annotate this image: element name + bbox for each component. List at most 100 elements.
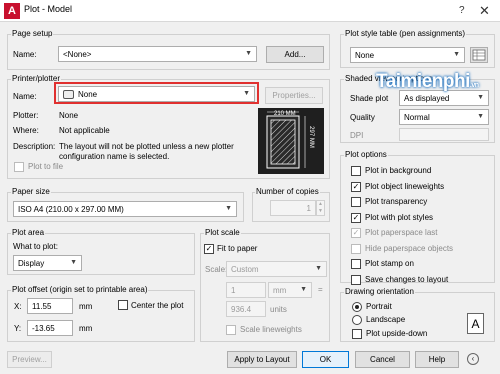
chevron-down-icon: ▼ [225,205,232,212]
page-orientation-icon: A [467,313,484,334]
offset-x-label: X: [14,302,22,311]
plot-options-label: Plot options [344,150,388,159]
chevron-down-icon: ▼ [477,113,484,120]
preview-button[interactable]: Preview... [7,351,52,368]
scale-lineweights-checkbox[interactable] [226,325,236,335]
scale-lineweights-label: Scale lineweights [240,325,302,334]
properties-button[interactable]: Properties... [265,87,323,104]
plot-option-label: Plot in background [365,166,432,175]
page-setup-name-value: <None> [63,50,92,59]
apply-to-layout-button[interactable]: Apply to Layout [227,351,297,368]
help-button[interactable]: Help [415,351,459,368]
title-bar: A Plot - Model ? ✕ [0,0,500,22]
chevron-down-icon: ▼ [243,90,250,97]
fit-to-paper-label: Fit to paper [217,244,258,253]
upside-down-checkbox[interactable] [352,329,362,339]
cancel-button[interactable]: Cancel [355,351,410,368]
chevron-down-icon: ▼ [70,259,77,266]
plot-to-file-label: Plot to file [28,162,64,171]
offset-y-unit: mm [79,324,93,333]
paper-size-label: Paper size [11,187,51,196]
plot-option-checkbox[interactable]: ✓ [351,213,361,223]
plot-option-checkbox[interactable]: ✓ [351,228,361,238]
close-icon[interactable]: ✕ [479,3,490,19]
what-to-plot-label: What to plot: [13,242,58,251]
watermark-logo: Taimienphi.vn [376,71,479,93]
autocad-logo-icon: A [4,3,20,19]
plot-option-checkbox[interactable] [351,244,361,254]
paper-height-label: 297 MM [307,126,314,148]
description-label: Description: [13,142,56,151]
plot-option-label: Hide paperspace objects [365,244,454,253]
plot-option-label: Plot stamp on [365,259,414,268]
ok-button[interactable]: OK [302,351,349,368]
plot-option-label: Plot object lineweights [365,182,445,191]
plot-style-select[interactable]: None ▼ [350,47,465,63]
scale-numerator-unit: mm [273,286,287,295]
shade-plot-label: Shade plot [350,94,389,103]
copies-spinner[interactable]: ▲ ▼ [316,200,325,216]
plot-option-label: Save changes to layout [365,275,449,284]
plotter-label: Plotter: [13,111,39,120]
quality-label: Quality [350,113,375,122]
dpi-input[interactable] [399,128,489,141]
help-question-icon[interactable]: ? [459,5,465,16]
what-to-plot-select[interactable]: Display ▼ [13,255,82,271]
plot-option-checkbox[interactable] [351,166,361,176]
plot-option-checkbox[interactable] [351,275,361,285]
portrait-radio[interactable] [352,302,362,312]
plot-to-file-checkbox[interactable] [14,162,24,172]
center-plot-checkbox[interactable] [118,300,128,310]
plot-style-label: Plot style table (pen assignments) [344,29,467,38]
plot-scale-label: Plot scale [204,228,241,237]
chevron-down-icon: ▼ [477,94,484,101]
orientation-label: Drawing orientation [344,287,415,296]
printer-icon [63,90,74,99]
copies-label: Number of copies [255,187,320,196]
chevron-down-icon: ▼ [315,265,322,272]
watermark-domain: .vn [469,82,479,89]
paper-width-label: 210 MM [274,111,296,117]
plot-option-label: Plot transparency [365,197,428,206]
copies-input[interactable]: 1 [270,200,316,216]
scale-numerator-input[interactable]: 1 [226,282,266,298]
landscape-radio[interactable] [352,315,362,325]
dpi-label: DPI [350,131,364,140]
offset-y-label: Y: [14,324,22,333]
where-label: Where: [13,126,39,135]
plot-style-value: None [355,51,375,60]
portrait-label: Portrait [366,302,392,311]
landscape-label: Landscape [366,315,406,324]
printer-name-label: Name: [13,92,37,101]
plot-offset-label: Plot offset (origin set to printable are… [11,285,149,294]
plotter-value: None [59,111,79,120]
plot-option-checkbox[interactable] [351,197,361,207]
plot-option-label: Plot paperspace last [365,228,438,237]
plot-option-checkbox[interactable] [351,259,361,269]
scale-denominator-input[interactable]: 936.4 [226,301,266,317]
what-to-plot-value: Display [18,259,45,268]
plot-option-checkbox[interactable]: ✓ [351,182,361,192]
printer-name-select[interactable]: None ▼ [58,86,255,102]
edit-plot-style-button[interactable] [470,47,488,63]
scale-label: Scale: [205,265,228,274]
where-value: Not applicable [59,126,110,135]
paper-size-select[interactable]: ISO A4 (210.00 x 297.00 MM) ▼ [13,201,237,217]
offset-y-input[interactable]: -13.65 [27,320,73,336]
offset-x-unit: mm [79,302,93,311]
paper-size-value: ISO A4 (210.00 x 297.00 MM) [18,205,124,214]
chevron-down-icon: ▼ [245,50,252,57]
add-page-setup-button[interactable]: Add... [266,46,324,63]
center-plot-label: Center the plot [131,301,184,310]
page-setup-name-select[interactable]: <None> ▼ [58,46,257,62]
paper-preview-drawing [266,111,306,169]
window-title: Plot - Model [24,4,73,14]
fit-to-paper-checkbox[interactable]: ✓ [204,244,214,254]
expand-collapse-icon[interactable]: ‹ [467,353,479,365]
chevron-down-icon: ▼ [300,286,307,293]
scale-select[interactable]: Custom ▼ [226,261,327,277]
chevron-down-icon: ▼ [453,51,460,58]
quality-select[interactable]: Normal ▼ [399,109,489,125]
scale-numerator-unit-select[interactable]: mm ▼ [268,282,312,298]
offset-x-input[interactable]: 11.55 [27,298,73,314]
